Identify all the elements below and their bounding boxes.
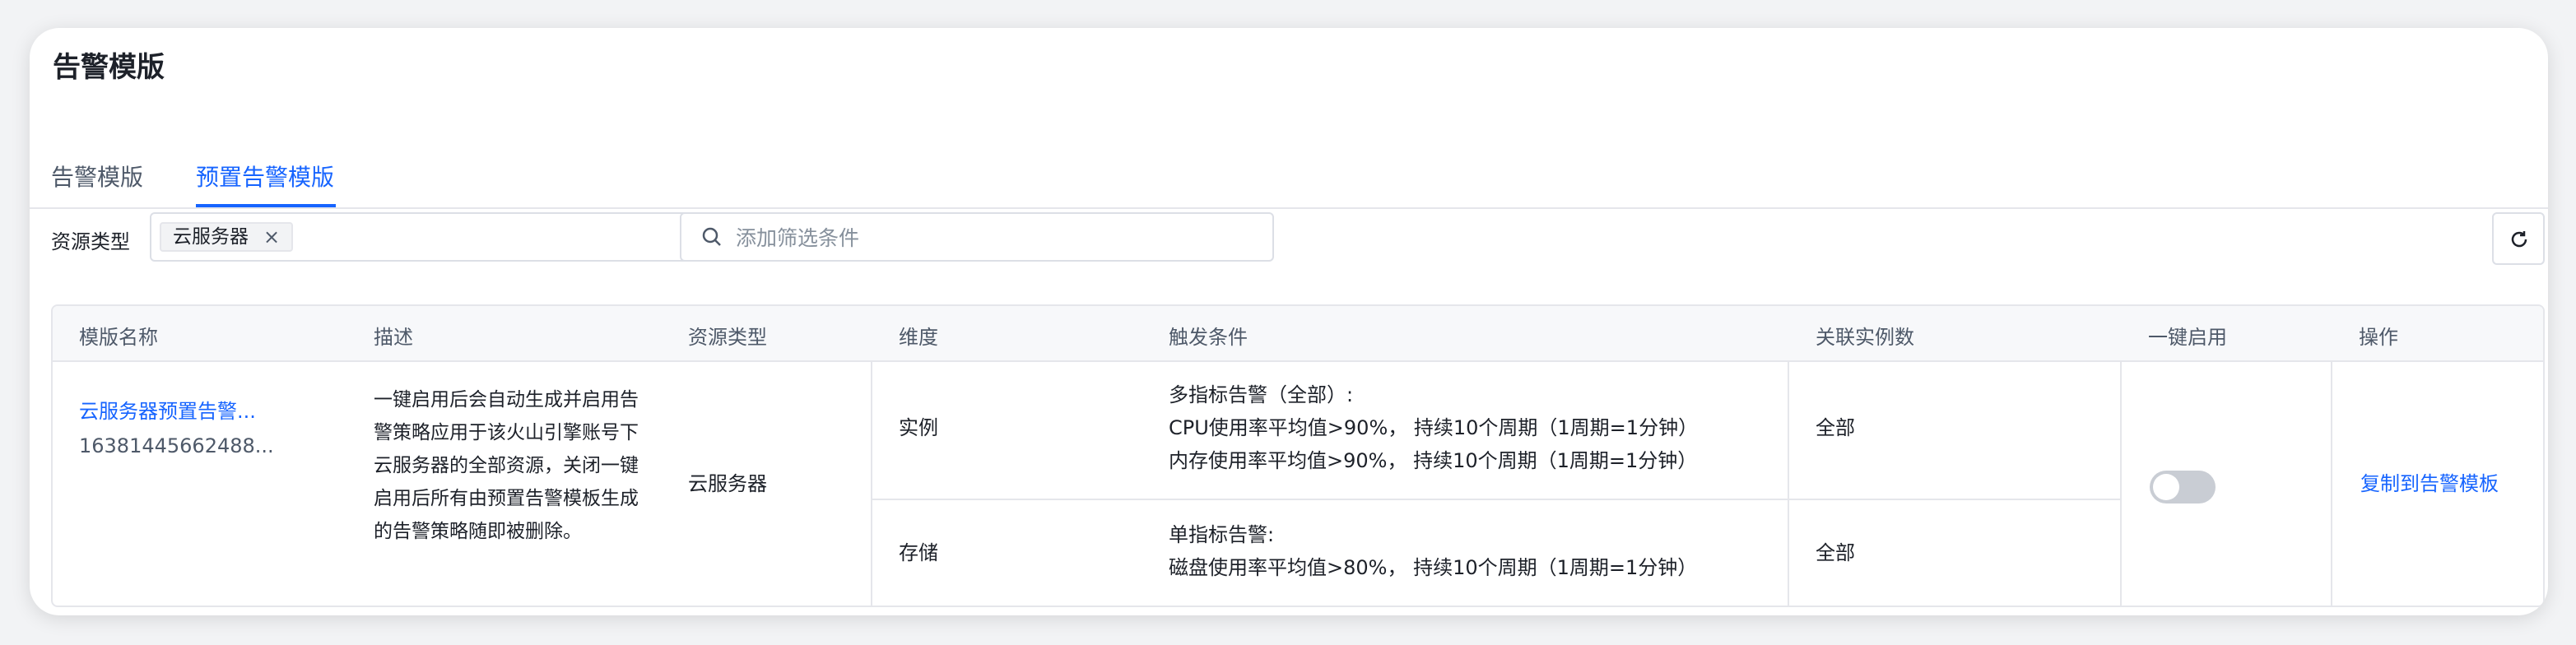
template-description: 一键启用后会自动生成并启用告警策略应用于该火山引擎账号下云服务器的全部资源，关闭…: [374, 389, 639, 542]
dimension-instance: 实例: [899, 416, 938, 439]
refresh-button[interactable]: [2492, 212, 2545, 265]
toggle-knob: [2153, 474, 2179, 500]
divider: [2120, 360, 2122, 606]
template-name-link[interactable]: 云服务器预置告警...: [79, 395, 256, 424]
template-id: 16381445662488...: [79, 434, 274, 457]
active-tab-indicator: [196, 204, 336, 207]
search-icon: [702, 227, 721, 246]
resource-type-value: 云服务器: [688, 472, 767, 495]
table-header: 模版名称 描述 资源类型 维度 触发条件 关联实例数 一键启用 操作: [53, 306, 2543, 362]
close-icon[interactable]: ×: [263, 223, 280, 251]
instance-count-storage: 全部: [1816, 541, 1855, 564]
tab-bar: 告警模版 预置告警模版: [30, 125, 2548, 209]
column-header-trigger: 触发条件: [1169, 326, 1248, 349]
resource-type-tag-label: 云服务器: [173, 226, 249, 248]
divider: [871, 360, 872, 606]
copy-to-template-link[interactable]: 复制到告警模板: [2360, 467, 2499, 496]
search-input[interactable]: [734, 220, 1248, 255]
column-header-enable: 一键启用: [2148, 326, 2227, 349]
alert-template-panel: 告警模版 告警模版 预置告警模版 资源类型 云服务器 × 模版名称 描述 资: [30, 28, 2548, 615]
column-header-resource-type: 资源类型: [688, 326, 767, 349]
page-title: 告警模版: [53, 51, 165, 84]
resource-type-select[interactable]: 云服务器 ×: [150, 212, 744, 262]
tab-alert-templates[interactable]: 告警模版: [51, 160, 143, 193]
enable-toggle[interactable]: [2150, 471, 2216, 503]
filter-search-box[interactable]: [680, 212, 1274, 262]
preset-template-table: 模版名称 描述 资源类型 维度 触发条件 关联实例数 一键启用 操作 云服务器预…: [51, 304, 2545, 607]
trigger-condition-line: 单指标告警:: [1169, 523, 1275, 546]
tab-preset-alert-templates[interactable]: 预置告警模版: [196, 160, 334, 193]
resource-type-label: 资源类型: [51, 230, 130, 253]
trigger-condition-line: CPU使用率平均值>90%， 持续10个周期（1周期=1分钟）: [1169, 416, 1699, 439]
trigger-condition-line: 磁盘使用率平均值>80%， 持续10个周期（1周期=1分钟）: [1169, 556, 1698, 579]
instance-count-instance: 全部: [1816, 416, 1855, 439]
refresh-icon: [2511, 231, 2527, 248]
column-header-description: 描述: [374, 326, 413, 349]
column-header-dimension: 维度: [899, 326, 938, 349]
trigger-condition-line: 内存使用率平均值>90%， 持续10个周期（1周期=1分钟）: [1169, 449, 1698, 472]
divider: [1788, 360, 1789, 606]
trigger-condition-storage: 单指标告警: 磁盘使用率平均值>80%， 持续10个周期（1周期=1分钟）: [1169, 518, 1697, 584]
trigger-condition-instance: 多指标告警（全部）: CPU使用率平均值>90%， 持续10个周期（1周期=1分…: [1169, 378, 1698, 477]
divider: [2331, 360, 2332, 606]
column-header-name: 模版名称: [79, 326, 158, 349]
column-header-actions: 操作: [2359, 326, 2398, 349]
dimension-storage: 存储: [899, 541, 938, 564]
trigger-condition-line: 多指标告警（全部）:: [1169, 383, 1354, 406]
divider: [871, 499, 2120, 500]
resource-type-tag: 云服务器 ×: [160, 222, 294, 252]
column-header-instance-count: 关联实例数: [1816, 326, 1914, 349]
